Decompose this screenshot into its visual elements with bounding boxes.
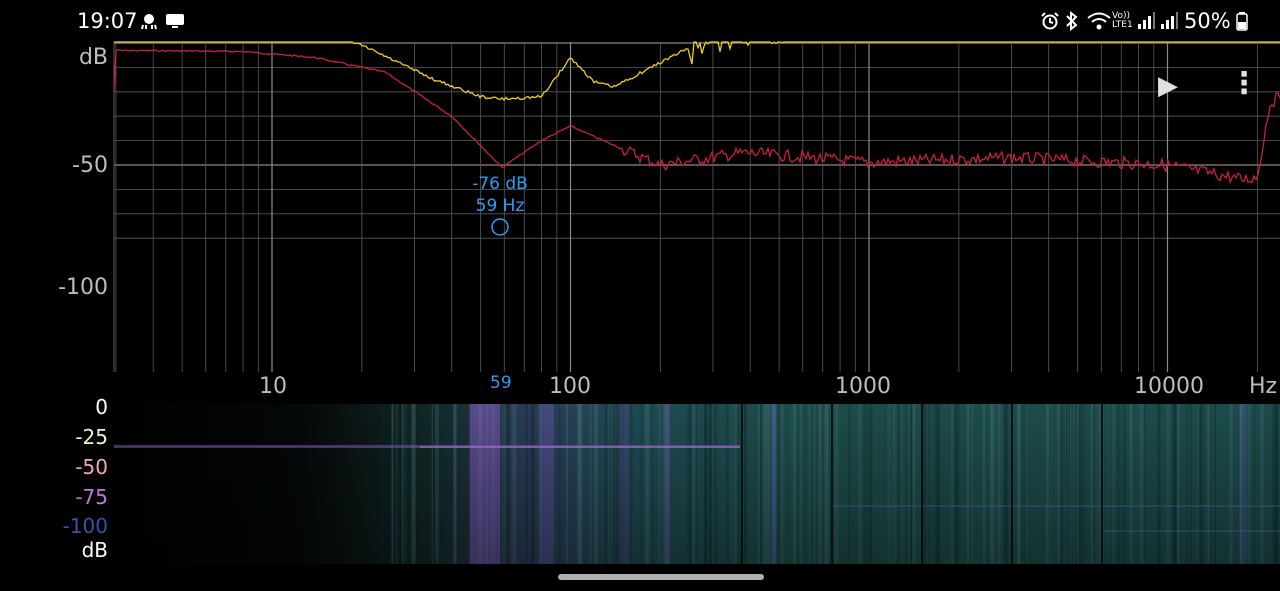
yellow-trace <box>114 40 1280 102</box>
x-tick-label: 10 <box>259 374 287 399</box>
y-tick-label: -100 <box>58 275 108 300</box>
overflow-menu-button[interactable]: ⋮ <box>1229 66 1259 101</box>
x-tick-label: 100 <box>549 374 591 399</box>
play-button[interactable]: ▶ <box>1158 71 1178 101</box>
spectrogram-scale-label: -75 <box>75 485 108 509</box>
spectrum-plot[interactable] <box>0 0 1280 591</box>
cursor-frequency-marker: 59 <box>490 373 512 393</box>
spectrogram-scale-label: dB <box>81 538 108 562</box>
cursor-db-readout: -76 dB <box>472 174 528 194</box>
cursor-marker[interactable] <box>491 218 509 236</box>
x-unit-label: Hz <box>1249 374 1278 399</box>
spectrogram-scale-label: -50 <box>75 455 108 479</box>
x-tick-label: 10000 <box>1134 374 1204 399</box>
home-indicator[interactable] <box>558 574 764 580</box>
cursor-hz-readout: 59 Hz <box>475 196 525 216</box>
spectrogram-scale-label: -25 <box>75 425 108 449</box>
y-tick-label: -50 <box>72 153 108 178</box>
plot-grid <box>113 42 1280 372</box>
spectrogram-scale-label: 0 <box>95 395 108 419</box>
spectrogram <box>114 404 1280 564</box>
x-tick-label: 1000 <box>835 374 891 399</box>
y-unit-label: dB <box>78 45 108 70</box>
spectrogram-scale-label: -100 <box>62 514 108 538</box>
